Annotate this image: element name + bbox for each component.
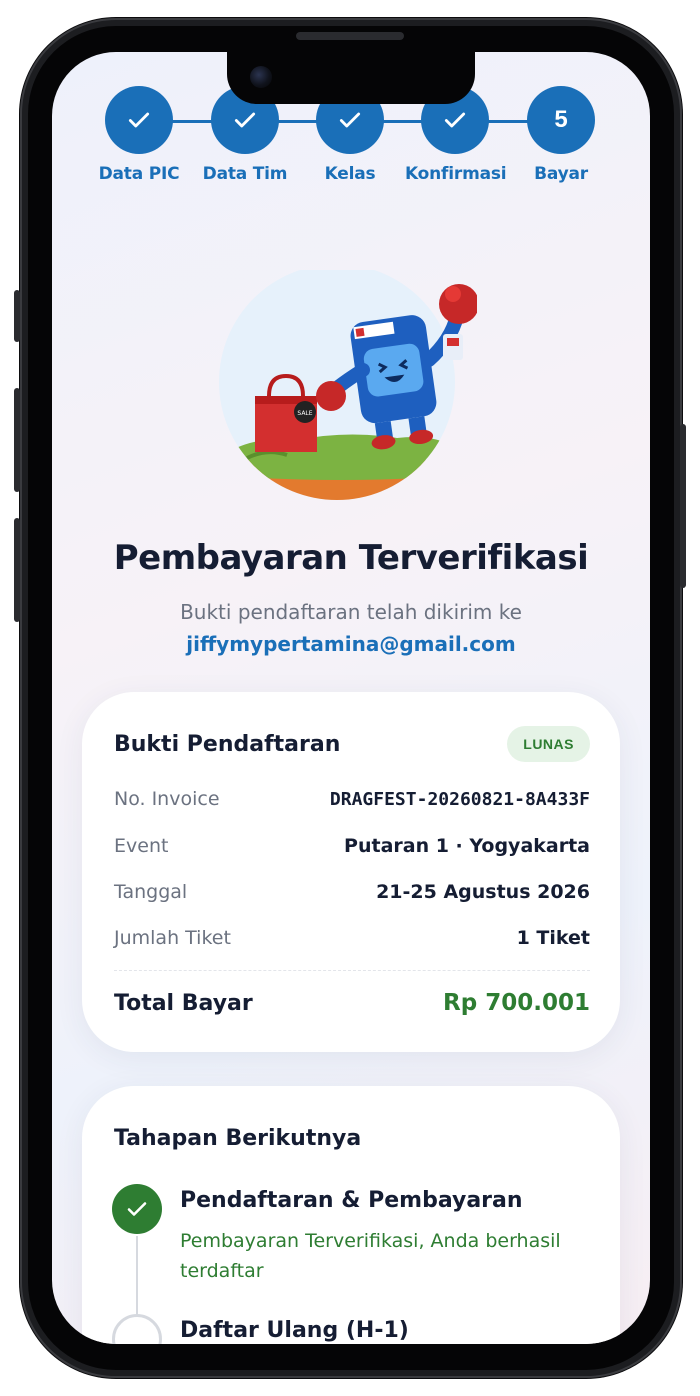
step-label: Konfirmasi bbox=[405, 164, 507, 184]
volume-down-button bbox=[14, 518, 20, 622]
power-button bbox=[680, 424, 686, 588]
receipt-divider bbox=[114, 970, 590, 971]
mute-switch bbox=[14, 290, 20, 342]
step-bayar[interactable]: 5 Bayar bbox=[511, 86, 611, 184]
step-label: Data PIC bbox=[98, 164, 180, 184]
check-icon bbox=[234, 112, 256, 128]
timeline-item-desc: Pembayaran Terverifikasi, Anda berhasil … bbox=[180, 1230, 561, 1282]
event-label: Event bbox=[114, 835, 169, 857]
app-screen: Data PIC Data Tim Kelas Konfirmasi 5 Bay… bbox=[52, 52, 650, 1344]
confirmation-subtitle: Bukti pendaftaran telah dikirim ke bbox=[180, 600, 522, 624]
success-mascot-illustration: SALE bbox=[219, 270, 477, 500]
total-value: Rp 700.001 bbox=[443, 990, 590, 1016]
check-icon bbox=[339, 112, 361, 128]
ticket-count-row: Jumlah Tiket 1 Tiket bbox=[114, 923, 590, 953]
step-number: 5 bbox=[527, 86, 595, 154]
status-badge: LUNAS bbox=[507, 726, 590, 762]
invoice-label: No. Invoice bbox=[114, 788, 220, 810]
receipt-card: Bukti Pendaftaran LUNAS No. Invoice DRAG… bbox=[82, 692, 620, 1052]
svg-text:SALE: SALE bbox=[297, 410, 312, 417]
check-icon bbox=[128, 112, 150, 128]
next-steps-title: Tahapan Berikutnya bbox=[114, 1126, 362, 1151]
timeline-done-marker bbox=[112, 1184, 162, 1234]
invoice-row: No. Invoice DRAGFEST-20260821-8A433F bbox=[114, 784, 590, 814]
event-row: Event Putaran 1 · Yogyakarta bbox=[114, 831, 590, 861]
timeline-item-title: Daftar Ulang (H-1) bbox=[180, 1318, 409, 1343]
event-value: Putaran 1 · Yogyakarta bbox=[344, 835, 590, 857]
timeline-item-title: Pendaftaran & Pembayaran bbox=[180, 1188, 523, 1213]
volume-up-button bbox=[14, 388, 20, 492]
step-circle bbox=[105, 86, 173, 154]
receipt-title: Bukti Pendaftaran bbox=[114, 732, 341, 757]
front-camera bbox=[250, 66, 272, 88]
timeline-pending-marker bbox=[112, 1314, 162, 1344]
step-label: Kelas bbox=[324, 164, 376, 184]
earpiece-speaker bbox=[296, 32, 404, 40]
date-value: 21-25 Agustus 2026 bbox=[376, 881, 590, 903]
ticket-count-value: 1 Tiket bbox=[516, 927, 590, 949]
total-row: Total Bayar Rp 700.001 bbox=[114, 988, 590, 1018]
next-steps-card: Tahapan Berikutnya Pendaftaran & Pembaya… bbox=[82, 1086, 620, 1344]
step-label: Bayar bbox=[534, 164, 588, 184]
step-data-pic[interactable]: Data PIC bbox=[89, 86, 189, 184]
date-label: Tanggal bbox=[114, 881, 188, 903]
date-row: Tanggal 21-25 Agustus 2026 bbox=[114, 877, 590, 907]
recipient-email: jiffymypertamina@gmail.com bbox=[186, 632, 516, 656]
step-label: Data Tim bbox=[202, 164, 288, 184]
total-label: Total Bayar bbox=[114, 990, 253, 1016]
check-icon bbox=[127, 1202, 147, 1216]
check-icon bbox=[444, 112, 466, 128]
invoice-value: DRAGFEST-20260821-8A433F bbox=[329, 788, 590, 810]
page-title: Pembayaran Terverifikasi bbox=[113, 538, 589, 578]
ticket-count-label: Jumlah Tiket bbox=[114, 927, 231, 949]
